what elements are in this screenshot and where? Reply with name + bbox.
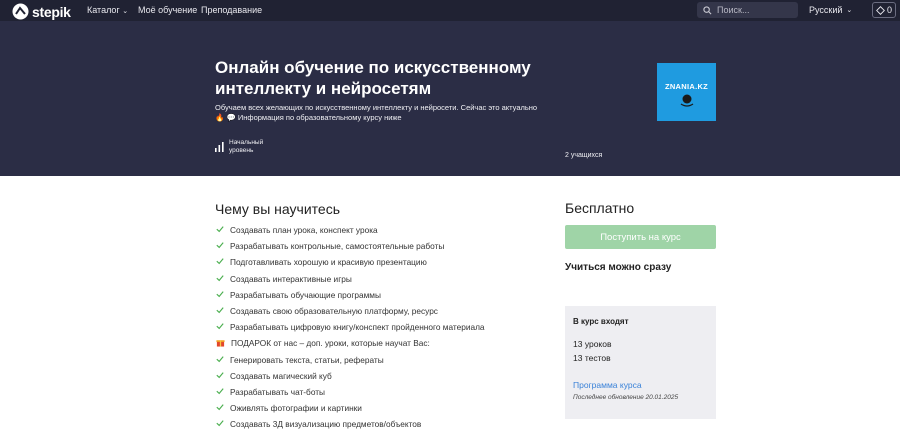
course-description: Обучаем всех желающих по искусственному … [215,103,545,123]
check-icon [216,371,224,381]
learn-item-text: Генерировать текста, статьи, рефераты [230,354,384,365]
nav-catalog[interactable]: Каталог ⌄ [87,5,128,15]
top-navbar: stepik Каталог ⌄ Моё обучение Преподаван… [0,0,900,21]
course-description-line2: Информация по образовательному курсу ниж… [237,113,402,122]
course-level-label: Начальный уровень [229,139,264,154]
lessons-count: 13 уроков [573,339,612,349]
check-icon [216,241,224,251]
search-icon [703,5,712,14]
check-icon [216,225,224,235]
learn-list: Создавать план урока, конспект урока Разр… [216,222,485,432]
check-icon [216,306,224,316]
learn-item-text: Разрабатывать чат-боты [230,386,326,397]
check-icon [216,322,224,332]
stepik-logo-icon [12,3,29,20]
learn-item: Создавать свою образовательную платформу… [216,303,485,319]
learn-item-text: Создавать план урока, конспект урока [230,225,378,236]
stepik-logo[interactable]: stepik [12,3,71,20]
learn-item: Разрабатывать чат-боты [216,384,485,400]
chevron-down-icon: ⌄ [846,7,853,14]
learn-item: Создавать 3Д визуализацию предметов/объе… [216,416,485,432]
check-icon [216,290,224,300]
course-title: Онлайн обучение по искусственному интелл… [215,58,531,98]
nav-catalog-label: Каталог [87,5,120,15]
course-hero: Онлайн обучение по искусственному интелл… [0,21,900,176]
check-icon [216,355,224,365]
learn-item-text: Создавать 3Д визуализацию предметов/объе… [230,419,422,430]
learn-item: Создавать магический куб [216,368,485,384]
learn-item: Разрабатывать контрольные, самостоятельн… [216,238,485,254]
language-label: Русский [809,5,843,15]
learn-item-text: Создавать магический куб [230,370,332,381]
learn-item-text: ПОДАРОК от нас – доп. уроки, которые нау… [231,338,430,349]
check-icon [216,387,224,397]
learn-section-title: Чему вы научитесь [215,201,340,217]
score-badge[interactable]: 0 [872,2,896,18]
course-cover-image: ZNANIA.KZ [657,63,716,121]
score-value: 0 [886,5,892,15]
learn-item-text: Разрабатывать цифровую книгу/конспект пр… [230,322,485,333]
speech-bubble-icon: 💬 [226,113,236,122]
fire-icon: 🔥 [215,113,225,122]
learn-item: ПОДАРОК от нас – доп. уроки, которые нау… [216,335,485,351]
learn-item-text: Оживлять фотографии и картинки [230,403,362,414]
learn-item: Генерировать текста, статьи, рефераты [216,352,485,368]
learn-item-text: Разрабатывать контрольные, самостоятельн… [230,241,445,252]
last-update: Последнее обновление 20.01.2025 [573,394,679,401]
enroll-button[interactable]: Поступить на курс [565,225,716,249]
search-input[interactable] [717,5,797,15]
course-includes-card: В курс входят 13 уроков 13 тестов Програ… [565,306,716,419]
learn-item: Подготавливать хорошую и красивую презен… [216,254,485,270]
learn-item-text: Создавать интерактивные игры [230,273,352,284]
diamond-icon [876,5,885,15]
level-bars-icon [215,142,224,152]
learn-item: Создавать план урока, конспект урока [216,222,485,238]
search-box[interactable] [697,2,798,18]
check-icon [216,403,224,413]
chevron-down-icon: ⌄ [122,8,129,15]
learn-item: Оживлять фотографии и картинки [216,400,485,416]
language-select[interactable]: Русский ⌄ [809,5,852,15]
cover-brand-text: ZNANIA.KZ [664,81,709,91]
learn-item: Создавать интерактивные игры [216,271,485,287]
check-icon [216,274,224,284]
learn-item: Разрабатывать цифровую книгу/конспект пр… [216,319,485,335]
start-note: Учиться можно сразу [565,262,672,273]
course-description-line1: Обучаем всех желающих по искусственному … [215,103,538,112]
learn-item-text: Создавать свою образовательную платформу… [230,306,438,317]
cover-logo-icon [680,94,693,107]
learn-item-text: Подготавливать хорошую и красивую презен… [230,257,427,268]
learn-item-text: Разрабатывать обучающие программы [230,289,381,300]
learn-item: Разрабатывать обучающие программы [216,287,485,303]
logo-text: stepik [32,3,71,20]
includes-title: В курс входят [573,317,629,326]
course-level: Начальный уровень [215,139,269,155]
check-icon [216,257,224,267]
nav-my-learning[interactable]: Моё обучение [138,5,197,15]
program-link[interactable]: Программа курса [573,380,642,390]
gift-icon [216,338,225,349]
check-icon [216,419,224,429]
nav-teaching[interactable]: Преподавание [201,5,262,15]
students-count: 2 учащихся [565,152,603,159]
course-price: Бесплатно [565,200,635,216]
tests-count: 13 тестов [573,353,611,363]
